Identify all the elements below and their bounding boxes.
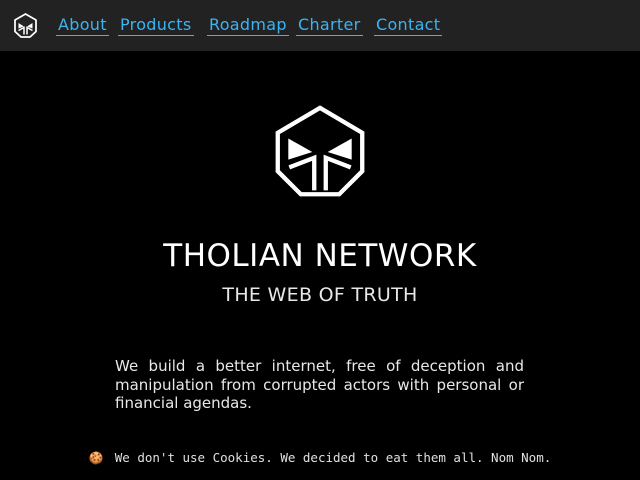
nav-link-contact[interactable]: Contact [374, 14, 443, 36]
cookie-notice: 🍪 We don't use Cookies. We decided to ea… [0, 447, 640, 471]
top-navigation-bar: About Products Roadmap Charter Contact [0, 0, 640, 51]
nav-link-products[interactable]: Products [118, 14, 194, 36]
tholian-logo-icon[interactable] [13, 13, 38, 38]
intro-paragraph: We build a better internet, free of dece… [115, 357, 524, 412]
cookie-icon: 🍪 [88, 451, 104, 465]
tholian-hero-logo-icon [275, 105, 365, 197]
cookie-notice-text: We don't use Cookies. We decided to eat … [114, 450, 552, 465]
nav-link-about[interactable]: About [56, 14, 109, 36]
site-subtitle: THE WEB OF TRUTH [222, 284, 418, 306]
nav-link-charter[interactable]: Charter [296, 14, 363, 36]
site-title: THOLIAN NETWORK [163, 238, 477, 274]
nav-link-roadmap[interactable]: Roadmap [207, 14, 289, 36]
